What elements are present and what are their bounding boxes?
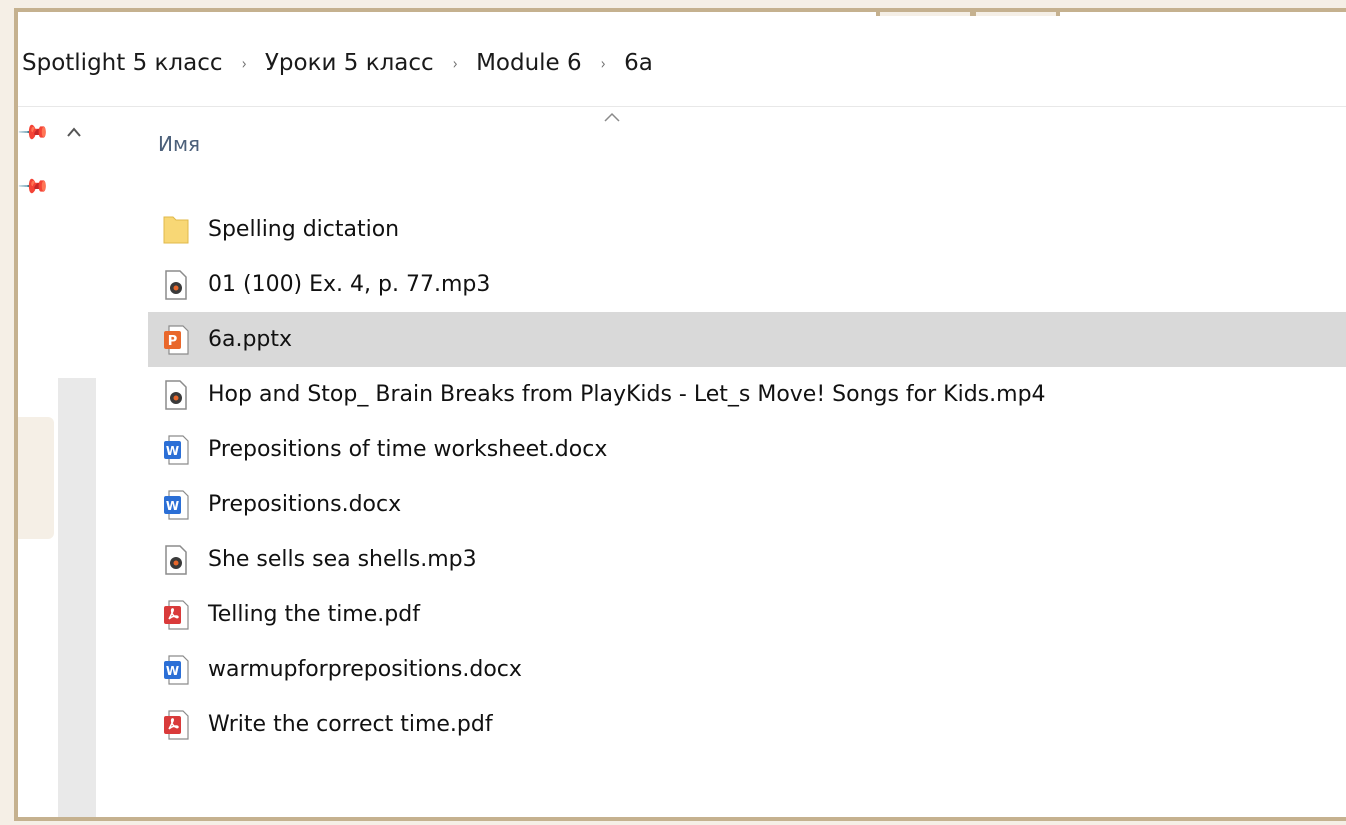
file-row[interactable]: Hop and Stop_ Brain Breaks from PlayKids… [148,367,1346,422]
folder-icon [162,214,190,246]
word-file-icon: W [162,434,190,466]
word-file-icon: W [162,489,190,521]
column-header-name[interactable]: Имя [158,132,200,156]
window-edge-tab [876,12,974,16]
file-row[interactable]: Spelling dictation [148,202,1346,257]
file-row[interactable]: Telling the time.pdf [148,587,1346,642]
svg-text:W: W [166,664,179,678]
chevron-up-icon[interactable] [66,122,82,143]
pin-icon[interactable]: 📌 [18,169,52,204]
side-panel-overlay [18,417,54,539]
file-name: Write the correct time.pdf [208,712,493,737]
media-file-icon [162,269,190,301]
pdf-file-icon [162,599,190,631]
file-row[interactable]: W Prepositions.docx [148,477,1346,532]
window-edge-tab [972,12,1060,16]
address-divider [18,106,1346,107]
navigation-scrollbar[interactable] [58,378,96,817]
breadcrumb-item[interactable]: 6a [620,50,657,76]
breadcrumb-item[interactable]: Уроки 5 класс [261,50,438,76]
file-row[interactable]: Write the correct time.pdf [148,697,1346,752]
pdf-file-icon [162,709,190,741]
file-name: Telling the time.pdf [208,602,420,627]
powerpoint-file-icon: P [162,324,190,356]
sort-ascending-icon[interactable] [604,108,620,122]
svg-text:W: W [166,444,179,458]
window-edge-tabs [876,12,1076,18]
file-name: 6a.pptx [208,327,293,352]
media-file-icon [162,544,190,576]
file-row[interactable]: Wwarmupforprepositions.docx [148,642,1346,697]
breadcrumb-item[interactable]: Module 6 [472,50,586,76]
svg-text:W: W [166,499,179,513]
breadcrumb-separator-icon[interactable]: › [441,54,469,73]
breadcrumb-separator-icon[interactable]: › [230,54,258,73]
media-file-icon [162,379,190,411]
breadcrumb-item[interactable]: Spotlight 5 класс [18,50,227,76]
breadcrumb-separator-icon[interactable]: › [589,54,617,73]
breadcrumb[interactable]: Spotlight 5 класс › Уроки 5 класс › Module 6… [18,34,1346,92]
file-name: Prepositions.docx [208,492,402,517]
file-name: Hop and Stop_ Brain Breaks from PlayKids… [208,382,1046,407]
svg-text:P: P [168,334,178,349]
pin-icon[interactable]: 📌 [18,115,52,150]
file-name: She sells sea shells.mp3 [208,547,477,572]
file-name: Spelling dictation [208,217,400,242]
file-name: warmupforprepositions.docx [208,657,522,682]
explorer-window: Spotlight 5 класс › Уроки 5 класс › Module 6… [14,8,1346,821]
file-row[interactable]: P 6a.pptx [148,312,1346,367]
file-name: 01 (100) Ex. 4, p. 77.mp3 [208,272,491,297]
file-row[interactable]: W Prepositions of time worksheet.docx [148,422,1346,477]
word-file-icon: W [162,654,190,686]
file-name: Prepositions of time worksheet.docx [208,437,608,462]
file-row[interactable]: 01 (100) Ex. 4, p. 77.mp3 [148,257,1346,312]
file-row[interactable]: She sells sea shells.mp3 [148,532,1346,587]
file-list: Spelling dictation 01 (100) Ex. 4, p. 77.… [148,202,1346,752]
